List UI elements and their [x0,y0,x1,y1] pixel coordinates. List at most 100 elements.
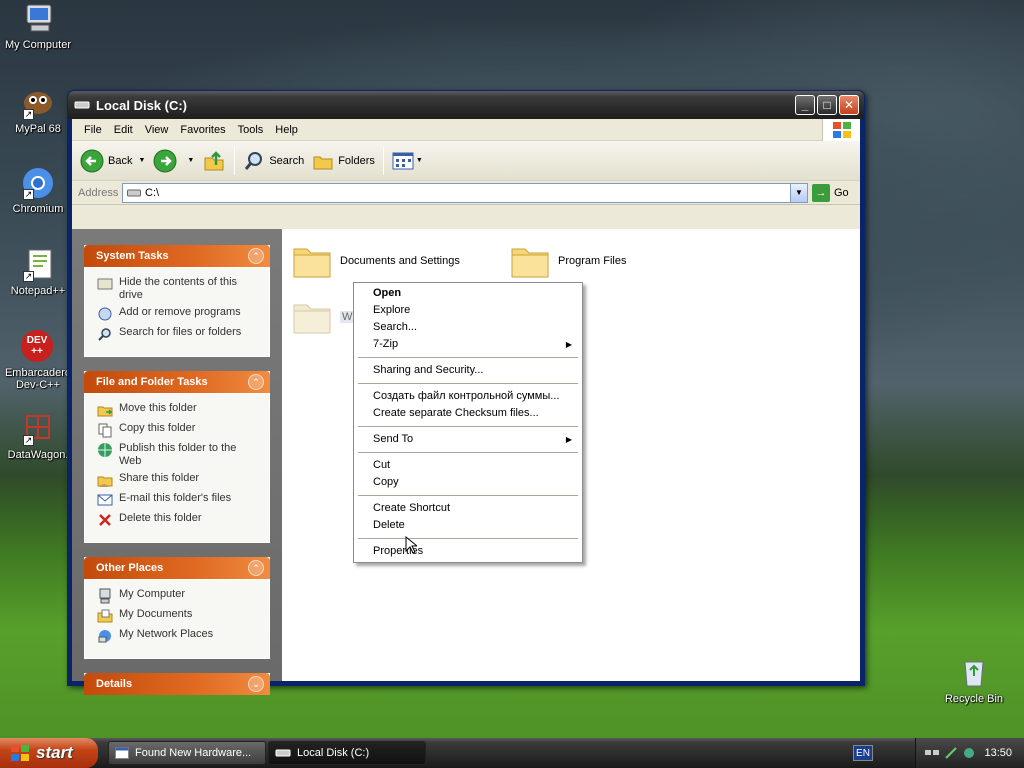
menu-bar: File Edit View Favorites Tools Help [72,119,860,141]
search-button[interactable]: Search [239,145,308,177]
other-places-header[interactable]: Other Places ⌃ [84,557,270,579]
desktop-icon-mypal[interactable]: ↗ MyPal 68 [0,86,76,135]
forward-arrow-icon [153,149,177,172]
ctx-create-separate-checksum[interactable]: Create separate Checksum files... [356,405,580,422]
ctx-send-to[interactable]: Send To ▶ [356,431,580,448]
address-label: Address [78,186,119,199]
computer-icon [99,588,111,604]
task-add-remove-programs[interactable]: Add or remove programs [97,306,261,322]
ctx-properties[interactable]: Properties [356,543,580,560]
details-panel: Details ⌄ [84,673,270,695]
task-delete-folder[interactable]: Delete this folder [97,512,261,528]
desktop-icon-my-computer[interactable]: My Computer [0,2,76,51]
details-header[interactable]: Details ⌄ [84,673,270,695]
ctx-search[interactable]: Search... [356,319,580,336]
network-tray-icon[interactable] [924,746,940,760]
menu-tools[interactable]: Tools [232,124,270,136]
views-button[interactable]: ▼ [388,145,427,177]
connection-tray-icon[interactable] [944,746,958,760]
menu-favorites[interactable]: Favorites [174,124,231,136]
ctx-label: Send To [373,433,414,445]
folder-program-files[interactable]: Program Files [510,243,626,279]
task-email-folder[interactable]: E-mail this folder's files [97,492,261,508]
collapse-icon[interactable]: ⌃ [248,248,264,264]
panel-title: File and Folder Tasks [96,376,208,388]
clock[interactable]: 13:50 [984,747,1012,759]
task-move-folder[interactable]: Move this folder [97,402,261,418]
taskbar-item-found-new-hardware[interactable]: Found New Hardware... [108,741,266,765]
desktop-icon-recycle-bin[interactable]: Recycle Bin [936,656,1012,705]
safe-remove-tray-icon[interactable] [962,746,976,760]
start-button[interactable]: start [0,738,98,768]
language-indicator[interactable]: EN [853,745,873,761]
ctx-delete[interactable]: Delete [356,517,580,534]
task-label: E-mail this folder's files [119,492,232,504]
desktop-icon-chromium[interactable]: ↗ Chromium [0,166,76,215]
ctx-explore[interactable]: Explore [356,302,580,319]
folder-name: Program Files [558,255,627,267]
forward-button[interactable]: ▼ [149,145,198,177]
up-folder-button[interactable] [198,145,230,177]
ctx-sharing-security[interactable]: Sharing and Security... [356,362,580,379]
menu-file[interactable]: File [78,124,108,136]
drive-icon [127,189,141,196]
desktop-icon-label: Embarcadero Dev-C++ [4,367,72,391]
file-folder-tasks-header[interactable]: File and Folder Tasks ⌃ [84,371,270,393]
ctx-open[interactable]: Open [356,285,580,302]
minimize-button[interactable]: _ [795,95,815,115]
windows-logo-icon [11,745,29,761]
folders-icon [313,156,333,169]
desktop-icon-datawagon[interactable]: ↗ DataWagon. [0,412,76,461]
window-icon [115,747,129,759]
folder-documents-and-settings[interactable]: Documents and Settings [292,243,460,279]
folders-button[interactable]: Folders [308,145,379,177]
place-my-network[interactable]: My Network Places [97,628,261,644]
ctx-cut[interactable]: Cut [356,457,580,474]
taskbar-item-local-disk[interactable]: Local Disk (C:) [268,741,426,765]
expand-icon[interactable]: ⌄ [248,676,264,692]
chevron-down-icon[interactable]: ▼ [187,157,194,164]
chevron-down-icon[interactable]: ▼ [790,183,807,202]
menu-help[interactable]: Help [269,124,304,136]
close-button[interactable]: ✕ [839,95,859,115]
maximize-button[interactable]: □ [817,95,837,115]
documents-icon [97,609,113,623]
desktop-icon-devcpp[interactable]: DEV ++ Embarcadero Dev-C++ [0,330,76,391]
menu-separator [358,538,578,539]
task-copy-folder[interactable]: Copy this folder [97,422,261,438]
desktop-icon-notepadpp[interactable]: ↗ Notepad++ [0,248,76,297]
menu-view[interactable]: View [139,124,175,136]
datawagon-icon: ↗ [21,412,55,446]
shortcut-arrow-icon: ↗ [23,435,34,446]
ctx-copy[interactable]: Copy [356,474,580,491]
add-remove-programs-icon [98,307,112,321]
task-share-folder[interactable]: Share this folder [97,472,261,488]
system-tasks-header[interactable]: System Tasks ⌃ [84,245,270,267]
go-button[interactable]: → Go [812,183,849,202]
collapse-icon[interactable]: ⌃ [248,374,264,390]
place-my-computer[interactable]: My Computer [97,588,261,604]
address-input[interactable]: C:\ ▼ [122,182,808,203]
ctx-create-shortcut[interactable]: Create Shortcut [356,500,580,517]
ctx-create-checksum[interactable]: Создать файл контрольной суммы... [356,388,580,405]
ctx-7zip[interactable]: 7-Zip ▶ [356,336,580,353]
chromium-icon: ↗ [21,166,55,200]
panel-title: Other Places [96,562,164,574]
task-publish-folder[interactable]: Publish this folder to the Web [97,442,261,468]
chevron-down-icon[interactable]: ▼ [138,157,145,164]
folder-windows-selected[interactable]: WI [292,299,358,335]
task-label: Copy this folder [119,422,196,434]
desktop-icon-label: Chromium [12,203,64,215]
place-my-documents[interactable]: My Documents [97,608,261,624]
task-hide-contents[interactable]: Hide the contents of this drive [97,276,261,302]
chevron-down-icon[interactable]: ▼ [416,157,423,164]
go-label: Go [834,186,849,199]
back-button[interactable]: Back ▼ [76,145,149,177]
folder-icon [293,304,331,334]
folder-icon [293,248,331,278]
window-titlebar[interactable]: Local Disk (C:) _ □ ✕ [68,91,864,119]
task-search-files[interactable]: Search for files or folders [97,326,261,342]
collapse-icon[interactable]: ⌃ [248,560,264,576]
menu-edit[interactable]: Edit [108,124,139,136]
task-label: Local Disk (C:) [297,747,370,759]
